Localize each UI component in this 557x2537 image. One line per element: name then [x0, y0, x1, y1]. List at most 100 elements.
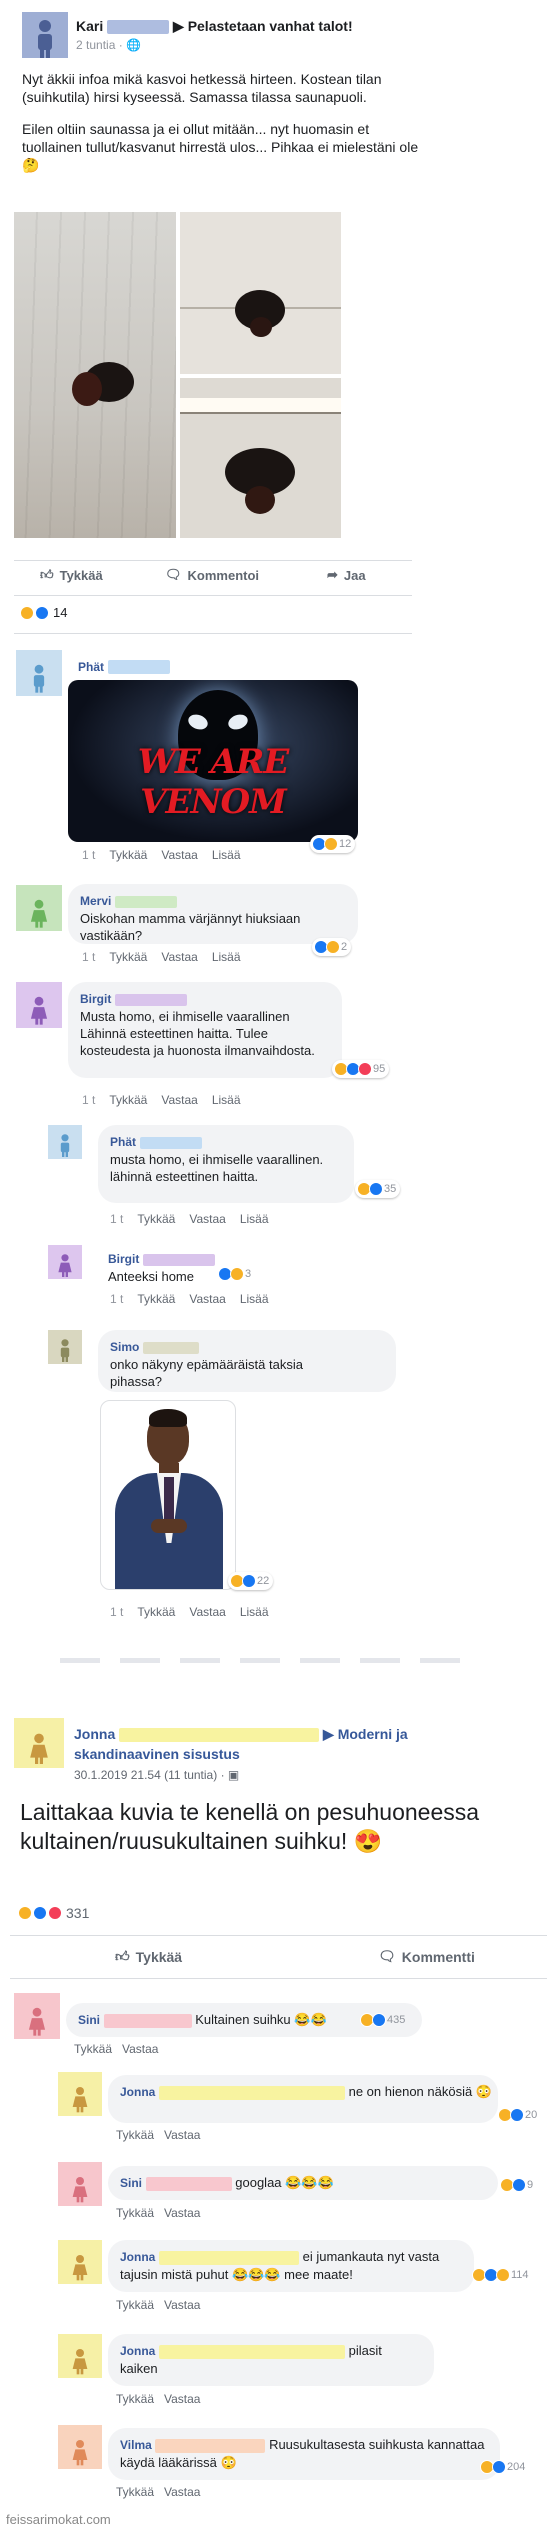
post-time[interactable]: 2 tuntia	[76, 38, 115, 52]
group-name[interactable]: Pelastetaan vanhat talot!	[188, 18, 353, 34]
reactions[interactable]: 204	[478, 2458, 529, 2476]
avatar[interactable]	[48, 1245, 82, 1279]
commenter-name[interactable]: Jonna	[120, 2250, 155, 2264]
comment-like[interactable]: Tykkää	[137, 1605, 175, 1619]
comment-reply[interactable]: Vastaa	[189, 1212, 225, 1226]
haha-icon	[326, 940, 340, 954]
comment-like[interactable]: Tykkää	[116, 2206, 154, 2220]
commenter-name[interactable]: Birgit	[80, 992, 111, 1006]
avatar[interactable]	[16, 885, 62, 931]
avatar[interactable]	[58, 2240, 102, 2284]
reactions-summary[interactable]: 331	[18, 1905, 89, 1921]
comment-more[interactable]: Lisää	[212, 1093, 241, 1107]
avatar[interactable]	[58, 2162, 102, 2206]
post-author[interactable]: Kari	[76, 18, 103, 34]
comment-button[interactable]: 🗨︎ Kommentti	[378, 1948, 475, 1965]
post-author[interactable]: Jonna	[74, 1726, 115, 1742]
like-button[interactable]: 👍︎ Tykkää	[40, 567, 103, 583]
avatar[interactable]	[16, 982, 62, 1028]
comment-like[interactable]: Tykkää	[116, 2298, 154, 2312]
reactions[interactable]: 35	[355, 1180, 401, 1198]
comment-like[interactable]: Tykkää	[137, 1292, 175, 1306]
commenter-name[interactable]: Phät	[110, 1135, 136, 1149]
comment-time[interactable]: 1 t	[110, 1292, 123, 1306]
comment-more[interactable]: Lisää	[212, 950, 241, 964]
comment-reply[interactable]: Vastaa	[189, 1292, 225, 1306]
commenter-name[interactable]: Sini	[120, 2176, 142, 2190]
comment-like[interactable]: Tykkää	[116, 2392, 154, 2406]
thumbs-up-icon: 👍︎	[40, 567, 54, 582]
like-icon	[372, 2013, 386, 2027]
commenter-name[interactable]: Sini	[78, 2013, 100, 2027]
comment-like[interactable]: Tykkää	[137, 1212, 175, 1226]
comment-time[interactable]: 1 t	[110, 1212, 123, 1226]
commenter-name[interactable]: Simo	[110, 1340, 139, 1354]
comment-reply[interactable]: Vastaa	[161, 950, 197, 964]
comment-reply[interactable]: Vastaa	[122, 2042, 158, 2056]
comment-like[interactable]: Tykkää	[116, 2128, 154, 2142]
reactions[interactable]: 2	[312, 938, 352, 956]
avatar[interactable]	[48, 1330, 82, 1364]
comment-more[interactable]: Lisää	[240, 1605, 269, 1619]
haha-icon	[18, 1906, 32, 1920]
avatar[interactable]	[58, 2334, 102, 2378]
reactions[interactable]: 9	[498, 2176, 537, 2194]
avatar[interactable]	[22, 12, 68, 58]
comment-like[interactable]: Tykkää	[109, 1093, 147, 1107]
like-icon	[35, 605, 49, 620]
commenter-name[interactable]: Mervi	[80, 894, 111, 908]
reactions-summary[interactable]: 14	[20, 605, 67, 620]
reactions[interactable]: 12	[310, 835, 356, 853]
share-button[interactable]: ➦ Jaa	[327, 567, 366, 583]
comment-reply[interactable]: Vastaa	[189, 1605, 225, 1619]
post-time[interactable]: 30.1.2019 21.54 (11 tuntia)	[74, 1768, 217, 1782]
comment-time[interactable]: 1 t	[110, 1605, 123, 1619]
commenter-name[interactable]: Jonna	[120, 2344, 155, 2358]
comment-reply[interactable]: Vastaa	[164, 2298, 200, 2312]
reactions-count: 331	[66, 1905, 90, 1921]
name-blur	[119, 1728, 320, 1743]
avatar[interactable]	[58, 2072, 102, 2116]
comment-more[interactable]: Lisää	[240, 1212, 269, 1226]
taxi-man-image[interactable]	[100, 1400, 236, 1590]
comment-text: ne on hienon näkösiä 😳	[348, 2084, 492, 2099]
commenter-name[interactable]: Vilma	[120, 2438, 152, 2452]
reactions[interactable]: 435	[358, 2011, 409, 2029]
comment-reply[interactable]: Vastaa	[164, 2128, 200, 2142]
reactions[interactable]: 20	[496, 2106, 541, 2124]
comment-reply[interactable]: Vastaa	[164, 2206, 200, 2220]
comment-like[interactable]: Tykkää	[109, 950, 147, 964]
comment-time[interactable]: 1 t	[82, 950, 95, 964]
reactions[interactable]: 3	[216, 1265, 255, 1283]
comment-time[interactable]: 1 t	[82, 1093, 95, 1107]
comment-reply[interactable]: Vastaa	[161, 848, 197, 862]
photo[interactable]	[14, 212, 176, 538]
avatar[interactable]	[14, 1718, 64, 1768]
commenter-name[interactable]: Phät	[78, 660, 104, 674]
avatar[interactable]	[16, 650, 62, 696]
comment-like[interactable]: Tykkää	[116, 2485, 154, 2499]
love-icon	[48, 1906, 62, 1920]
comment-text: onko näkyny epämääräistä taksia pihassa?	[110, 1357, 303, 1389]
avatar[interactable]	[14, 1993, 60, 2039]
comment-button[interactable]: 🗨︎ Kommentoi	[165, 567, 259, 583]
commenter-name[interactable]: Birgit	[108, 1252, 139, 1266]
comment-like[interactable]: Tykkää	[109, 848, 147, 862]
avatar[interactable]	[48, 1125, 82, 1159]
comment-like[interactable]: Tykkää	[74, 2042, 112, 2056]
photo[interactable]	[180, 378, 341, 538]
comment-reply[interactable]: Vastaa	[161, 1093, 197, 1107]
commenter-name[interactable]: Jonna	[120, 2085, 155, 2099]
comment-reply[interactable]: Vastaa	[164, 2485, 200, 2499]
comment-more[interactable]: Lisää	[240, 1292, 269, 1306]
venom-image[interactable]: WE ARE VENOM	[68, 680, 358, 842]
comment-time[interactable]: 1 t	[82, 848, 95, 862]
reactions[interactable]: 22	[228, 1572, 274, 1590]
comment-reply[interactable]: Vastaa	[164, 2392, 200, 2406]
avatar[interactable]	[58, 2425, 102, 2469]
like-button[interactable]: 👍︎ Tykkää	[115, 1948, 182, 1965]
reactions[interactable]: 114	[470, 2266, 533, 2284]
photo[interactable]	[180, 212, 341, 374]
comment-more[interactable]: Lisää	[212, 848, 241, 862]
reactions[interactable]: 95	[332, 1060, 390, 1078]
